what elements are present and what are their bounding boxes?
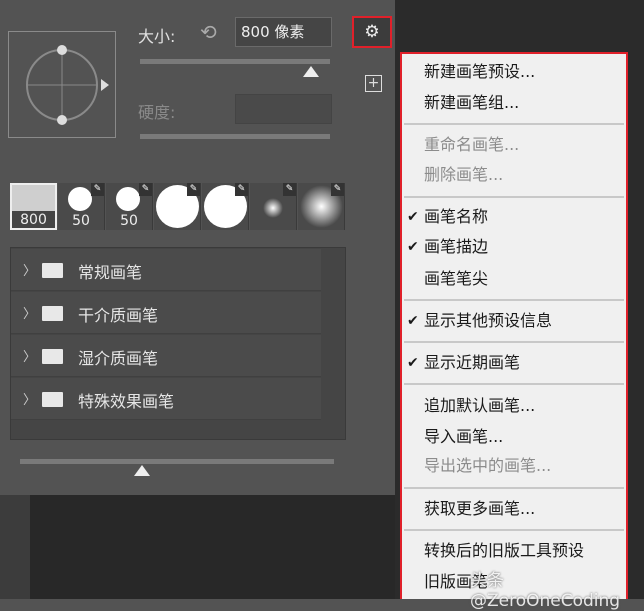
folder-icon [42, 392, 63, 407]
group-name: 湿介质画笔 [78, 349, 159, 368]
folder-icon [42, 263, 63, 278]
menu-item-label: 重命名画笔... [424, 135, 520, 154]
menu-item[interactable]: ✔ 显示其他预设信息 [407, 311, 553, 331]
brush-size: 50 [120, 213, 138, 229]
menu-separator [404, 196, 624, 198]
preview-size-slider-track[interactable] [20, 459, 334, 464]
chevron-right-icon: 〉 [23, 264, 37, 279]
menu-item-label: 画笔名称 [424, 207, 489, 226]
checkmark-icon: ✔ [407, 239, 419, 255]
watermark: 头条 @ZeroOneCoding [470, 571, 621, 611]
brush-icon: ✎ [283, 183, 296, 196]
menu-separator [404, 529, 624, 531]
brush-thumb[interactable]: ✎ [250, 183, 297, 230]
brush-thumb[interactable]: ✎ [298, 183, 345, 230]
brush-icon: ✎ [139, 183, 152, 196]
menu-item-label: 导出选中的画笔... [424, 456, 552, 475]
checkmark-icon: ✔ [407, 209, 419, 225]
folder-icon [42, 349, 63, 364]
menu-separator [404, 383, 624, 385]
menu-item[interactable]: ✔ 显示近期画笔 [407, 353, 521, 373]
brush-angle-preview[interactable] [8, 31, 116, 138]
brush-size: 50 [72, 213, 90, 229]
menu-item[interactable]: 获取更多画笔... [424, 499, 535, 519]
group-name: 常规画笔 [78, 263, 143, 282]
menu-item-label: 追加默认画笔... [424, 396, 536, 415]
brush-size: 800 [20, 212, 47, 228]
brush-group-row[interactable]: 〉 常规画笔 [11, 249, 321, 291]
brush-settings-menu: 新建画笔预设... 新建画笔组... 重命名画笔... 删除画笔... ✔ 画笔名称 ✔ 画笔… [400, 52, 628, 599]
size-input[interactable]: 800 像素 [235, 17, 332, 47]
brush-group-row[interactable]: 〉 特殊效果画笔 [11, 378, 321, 420]
brush-group-row[interactable]: 〉 湿介质画笔 [11, 335, 321, 377]
hardness-input[interactable] [235, 94, 332, 124]
angle-roundness-icon [26, 45, 109, 125]
brush-thumb[interactable]: ✎ [154, 183, 201, 230]
menu-item[interactable]: 画笔笔尖 [424, 269, 488, 289]
menu-item: 导出选中的画笔... [424, 456, 551, 476]
brush-icon: ✎ [91, 183, 104, 196]
menu-item[interactable]: ✔ 画笔名称 [407, 207, 489, 227]
folder-icon [42, 306, 63, 321]
menu-item-label: 画笔描边 [424, 237, 489, 256]
menu-item-label: 转换后的旧版工具预设 [424, 541, 585, 560]
menu-separator [404, 341, 624, 343]
menu-item[interactable]: 追加默认画笔... [424, 396, 535, 416]
menu-item-label: 删除画笔... [424, 165, 504, 184]
group-name: 特殊效果画笔 [78, 392, 175, 411]
menu-separator [404, 487, 624, 489]
chevron-right-icon: 〉 [23, 393, 37, 408]
checkmark-icon: ✔ [407, 355, 419, 371]
menu-item-label: 画笔笔尖 [424, 269, 489, 288]
brush-icon: ✎ [235, 183, 248, 196]
brush-group-row[interactable]: 〉 干介质画笔 [11, 292, 321, 334]
brush-thumb[interactable]: ✎ [202, 183, 249, 230]
menu-separator [404, 123, 624, 125]
menu-item[interactable]: ✔ 画笔描边 [407, 237, 489, 257]
hardness-label: 硬度: [138, 103, 176, 122]
canvas-area-bottom [30, 495, 395, 599]
brush-group-list: 〉常规画笔 〉干介质画笔 〉湿介质画笔 〉特殊效果画笔 [10, 247, 346, 440]
reset-icon[interactable]: ⟲ [200, 20, 217, 44]
brush-thumb[interactable]: ✎ 50 [106, 183, 153, 230]
brush-thumb[interactable]: ✎ 50 [58, 183, 105, 230]
menu-item-label: 导入画笔... [424, 427, 504, 446]
size-label: 大小: [138, 27, 176, 46]
menu-item-label: 获取更多画笔... [424, 499, 536, 518]
menu-separator [404, 299, 624, 301]
menu-item-label: 显示其他预设信息 [424, 311, 553, 330]
preview-size-slider-thumb[interactable] [134, 465, 150, 476]
new-brush-icon[interactable]: + [365, 75, 382, 92]
size-slider-thumb[interactable] [303, 66, 319, 77]
size-slider-track[interactable] [140, 59, 330, 64]
gear-icon: ⚙ [364, 22, 380, 42]
menu-item-label: 新建画笔预设... [424, 62, 536, 81]
group-name: 干介质画笔 [78, 306, 159, 325]
menu-item[interactable]: 新建画笔预设... [424, 62, 535, 82]
brush-icon: ✎ [331, 183, 344, 196]
brush-thumb-selected[interactable]: 800 [10, 183, 57, 230]
menu-item-label: 显示近期画笔 [424, 353, 521, 372]
menu-item[interactable]: 导入画笔... [424, 427, 503, 447]
menu-item: 重命名画笔... [424, 135, 519, 155]
menu-item[interactable]: 转换后的旧版工具预设 [424, 541, 584, 561]
chevron-right-icon: 〉 [23, 350, 37, 365]
menu-item: 删除画笔... [424, 165, 503, 185]
hardness-slider-track[interactable] [140, 134, 330, 139]
brush-icon: ✎ [187, 183, 200, 196]
toolbar [0, 495, 30, 599]
menu-item-label: 新建画笔组... [424, 93, 520, 112]
checkmark-icon: ✔ [407, 313, 419, 329]
settings-gear-button[interactable]: ⚙ [352, 16, 392, 48]
menu-item[interactable]: 新建画笔组... [424, 93, 519, 113]
chevron-right-icon: 〉 [23, 307, 37, 322]
